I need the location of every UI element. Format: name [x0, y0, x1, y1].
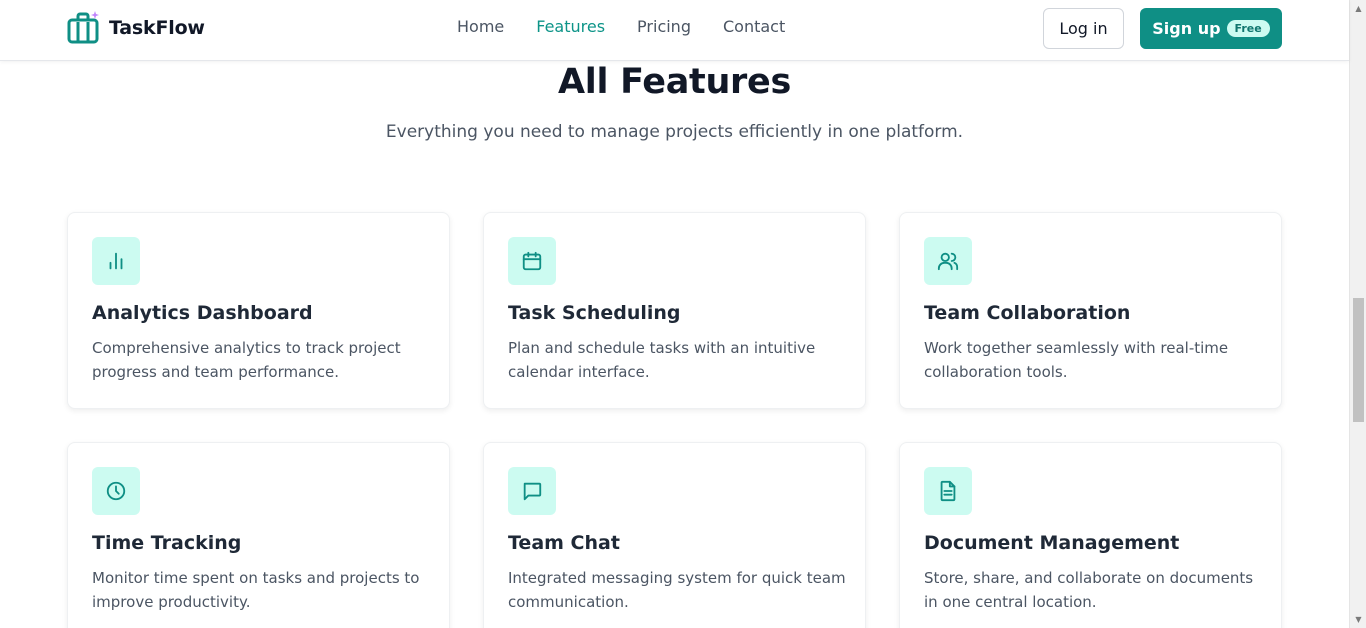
scroll-down-arrow-icon[interactable]: ▼	[1350, 611, 1366, 628]
nav-contact[interactable]: Contact	[723, 17, 785, 36]
bar-chart-icon	[92, 237, 140, 285]
signup-button[interactable]: Sign up Free	[1140, 8, 1282, 49]
feature-description: Monitor time spent on tasks and projects…	[92, 569, 420, 611]
vertical-scrollbar[interactable]: ▲ ▼	[1349, 0, 1366, 628]
nav-pricing[interactable]: Pricing	[637, 17, 691, 36]
feature-card-time-tracking: Time Tracking Monitor time spent on task…	[67, 442, 450, 628]
feature-description: Comprehensive analytics to track project…	[92, 339, 401, 381]
page: TaskFlow Home Features Pricing Contact L…	[0, 0, 1366, 628]
feature-description: Integrated messaging system for quick te…	[508, 569, 846, 611]
chat-bubble-icon	[508, 467, 556, 515]
scroll-up-arrow-icon[interactable]: ▲	[1350, 0, 1366, 17]
nav-features[interactable]: Features	[536, 17, 605, 36]
signup-label: Sign up	[1152, 19, 1221, 38]
feature-card-collaboration: Team Collaboration Work together seamles…	[899, 212, 1282, 409]
site-header: TaskFlow Home Features Pricing Contact L…	[0, 0, 1349, 61]
feature-description: Work together seamlessly with real-time …	[924, 339, 1229, 381]
feature-title: Team Collaboration	[924, 302, 1131, 324]
feature-description: Store, share, and collaborate on documen…	[924, 569, 1254, 611]
feature-card-scheduling: Task Scheduling Plan and schedule tasks …	[483, 212, 866, 409]
feature-title: Task Scheduling	[508, 302, 681, 324]
brand-name: TaskFlow	[109, 17, 205, 39]
nav-home[interactable]: Home	[457, 17, 504, 36]
users-icon	[924, 237, 972, 285]
calendar-icon	[508, 237, 556, 285]
feature-card-analytics: Analytics Dashboard Comprehensive analyt…	[67, 212, 450, 409]
feature-description: Plan and schedule tasks with an intuitiv…	[508, 339, 816, 381]
scrollbar-thumb[interactable]	[1353, 298, 1364, 422]
briefcase-sparkle-icon	[67, 11, 99, 44]
feature-title: Team Chat	[508, 532, 620, 554]
feature-title: Analytics Dashboard	[92, 302, 313, 324]
login-button[interactable]: Log in	[1043, 8, 1124, 49]
main-nav: Home Features Pricing Contact	[457, 17, 785, 36]
page-title: All Features	[558, 62, 791, 102]
feature-card-team-chat: Team Chat Integrated messaging system fo…	[483, 442, 866, 628]
feature-title: Time Tracking	[92, 532, 242, 554]
brand-logo[interactable]: TaskFlow	[67, 10, 205, 46]
feature-title: Document Management	[924, 532, 1180, 554]
clock-icon	[92, 467, 140, 515]
free-badge: Free	[1226, 20, 1270, 37]
feature-card-documents: Document Management Store, share, and co…	[899, 442, 1282, 628]
document-icon	[924, 467, 972, 515]
page-subtitle: Everything you need to manage projects e…	[385, 122, 964, 142]
